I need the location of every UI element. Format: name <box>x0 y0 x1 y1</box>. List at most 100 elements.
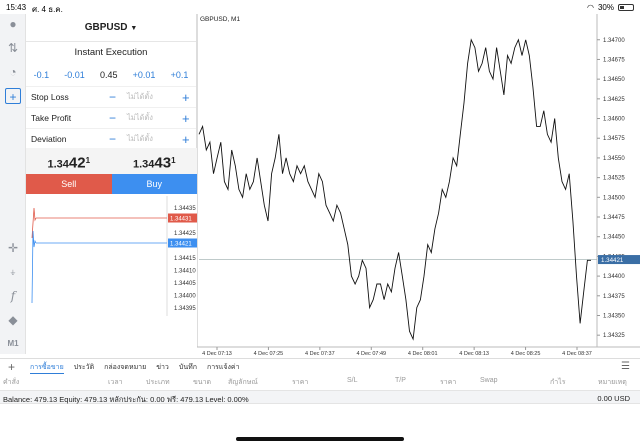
x-tick-label: 4 Dec 07:13 <box>202 351 232 357</box>
volume-minus-001[interactable]: -0.01 <box>64 70 85 80</box>
add-icon[interactable]: + <box>8 360 15 374</box>
home-indicator <box>236 437 404 441</box>
deviation-input[interactable]: ไม่ได้ตั้ง <box>127 133 182 145</box>
x-tick-label: 4 Dec 08:13 <box>459 351 489 357</box>
col-time: เวลา <box>108 379 123 386</box>
col-swap: Swap <box>480 377 498 384</box>
tab-history[interactable]: ประวัติ <box>74 362 94 374</box>
col-sl: S/L <box>347 377 358 384</box>
y-tick-label: 1.34600 <box>603 117 625 123</box>
take-profit-minus[interactable]: − <box>109 111 127 125</box>
x-tick-label: 4 Dec 07:25 <box>254 351 284 357</box>
stop-loss-plus[interactable]: + <box>182 90 190 105</box>
mini-tick-label: 1.34410 <box>174 269 196 275</box>
col-tp: T/P <box>395 377 406 384</box>
col-size: ขนาด <box>193 379 212 386</box>
buy-button[interactable]: Buy <box>111 174 197 194</box>
deviation-label: Deviation <box>31 134 67 144</box>
volume-value[interactable]: 0.45 <box>100 70 118 80</box>
sell-button[interactable]: Sell <box>26 174 112 194</box>
y-tick-label: 1.34350 <box>603 313 625 319</box>
tab-mailbox[interactable]: กล่องจดหมาย <box>104 362 146 374</box>
mini-tick-label: 1.34400 <box>174 294 196 300</box>
deviation-row: Deviation − ไม่ได้ตั้ง + <box>26 128 196 149</box>
mini-tick-label: 1.34425 <box>174 231 196 237</box>
order-panel: GBPUSD ▼ Instant Execution -0.1 -0.01 0.… <box>26 14 197 194</box>
mini-tick-label: 1.34405 <box>174 281 196 287</box>
y-tick-label: 1.34650 <box>603 77 625 83</box>
objects-icon[interactable]: ◆ <box>5 312 21 328</box>
col-type: ประเภท <box>146 379 170 386</box>
battery-icon <box>618 4 634 11</box>
tab-trade[interactable]: การซื้อขาย <box>30 362 64 374</box>
y-tick-label: 1.34375 <box>603 294 625 300</box>
volume-minus-01[interactable]: -0.1 <box>34 70 50 80</box>
tab-news[interactable]: ข่าว <box>156 362 169 374</box>
y-tick-label: 1.34675 <box>603 57 625 63</box>
y-tick-label: 1.34550 <box>603 156 625 162</box>
take-profit-input[interactable]: ไม่ได้ตั้ง <box>127 112 182 124</box>
take-profit-plus[interactable]: + <box>182 111 190 126</box>
stop-loss-input[interactable]: ไม่ได้ตั้ง <box>127 91 182 103</box>
execution-type[interactable]: Instant Execution <box>26 42 196 64</box>
function-icon[interactable]: f <box>5 288 21 304</box>
x-tick-label: 4 Dec 08:25 <box>511 351 541 357</box>
col-comment: หมายเหตุ <box>598 379 627 386</box>
new-order-icon[interactable]: + <box>5 88 21 104</box>
volume-plus-001[interactable]: +0.01 <box>133 70 156 80</box>
mini-tick-label: 1.34415 <box>174 256 196 262</box>
chat-icon[interactable]: ◔ <box>5 64 21 80</box>
symbol-name: GBPUSD <box>84 22 128 33</box>
volume-plus-01[interactable]: +0.1 <box>171 70 189 80</box>
balance-profit: 0.00 <box>597 394 612 403</box>
y-tick-label: 1.34450 <box>603 235 625 241</box>
stop-loss-label: Stop Loss <box>31 92 69 102</box>
battery-percent: 30% <box>597 3 614 12</box>
trade-table-header: คำสั่ง เวลา ประเภท ขนาด สัญลักษณ์ ราคา S… <box>0 374 640 388</box>
bid-tick-series <box>31 230 37 304</box>
status-time: 15:43 <box>6 3 27 12</box>
toolbox-menu-icon[interactable]: ☰ <box>621 361 630 372</box>
transfer-icon[interactable]: ⇅ <box>5 40 21 56</box>
col-order: คำสั่ง <box>3 379 20 386</box>
x-tick-label: 4 Dec 07:37 <box>305 351 335 357</box>
y-tick-label: 1.34325 <box>603 333 625 339</box>
timeframe-button[interactable]: M1 <box>5 336 21 352</box>
mini-tick-label: 1.34435 <box>174 206 196 212</box>
tick-chart: 1.344351.344301.344251.344201.344151.344… <box>31 196 197 316</box>
stop-loss-minus[interactable]: − <box>109 90 127 104</box>
tab-alerts[interactable]: การแจ้งค่า <box>207 362 240 374</box>
chart-title: GBPUSD, M1 <box>200 16 240 23</box>
bid-badge-label: 1.34421 <box>170 242 192 248</box>
ask-price: 1.34431 <box>132 154 176 172</box>
deviation-plus[interactable]: + <box>182 132 190 147</box>
chart-background <box>197 14 640 360</box>
stop-loss-row: Stop Loss − ไม่ได้ตั้ง + <box>26 86 196 107</box>
y-tick-label: 1.34400 <box>603 274 625 280</box>
x-tick-label: 4 Dec 08:37 <box>562 351 592 357</box>
col-price: ราคา <box>292 379 309 386</box>
price-quotes: 1.34421 1.34431 <box>26 148 197 174</box>
accounts-icon[interactable]: ● <box>5 16 21 32</box>
y-tick-label: 1.34475 <box>603 215 625 221</box>
symbol-selector[interactable]: GBPUSD ▼ <box>26 14 196 42</box>
y-tick-label: 1.34525 <box>603 176 625 182</box>
mini-tick-label: 1.34395 <box>174 306 196 312</box>
price-chart[interactable]: GBPUSD, M1 1.34700 1.34675 1.34650 1.34625 1.… <box>197 14 640 360</box>
chevron-down-icon: ▼ <box>130 25 138 32</box>
col-profit: กำไร <box>550 379 566 386</box>
deviation-minus[interactable]: − <box>109 132 127 146</box>
balance-row: Balance: 479.13 Equity: 479.13 หลักประกั… <box>0 390 640 404</box>
balance-summary: Balance: 479.13 Equity: 479.13 หลักประกั… <box>3 395 249 404</box>
y-tick-label: 1.34575 <box>603 136 625 142</box>
tab-journal[interactable]: บันทึก <box>179 362 197 374</box>
x-tick-label: 4 Dec 07:49 <box>356 351 386 357</box>
indicators-icon[interactable]: ⍖ <box>5 264 21 280</box>
take-profit-label: Take Profit <box>31 113 72 123</box>
y-tick-label: 1.34500 <box>603 195 625 201</box>
crosshair-icon[interactable]: ✛ <box>5 240 21 256</box>
status-bar: 15:43 ศ. 4 ธ.ค. ◠ 30% <box>0 0 640 14</box>
toolbox-tabs: + การซื้อขาย ประวัติ กล่องจดหมาย ข่าว บั… <box>0 358 640 374</box>
tool-rail: ● ⇅ ◔ + ✛ ⍖ f ◆ M1 <box>0 14 26 354</box>
current-price-label: 1.34421 <box>601 257 624 264</box>
